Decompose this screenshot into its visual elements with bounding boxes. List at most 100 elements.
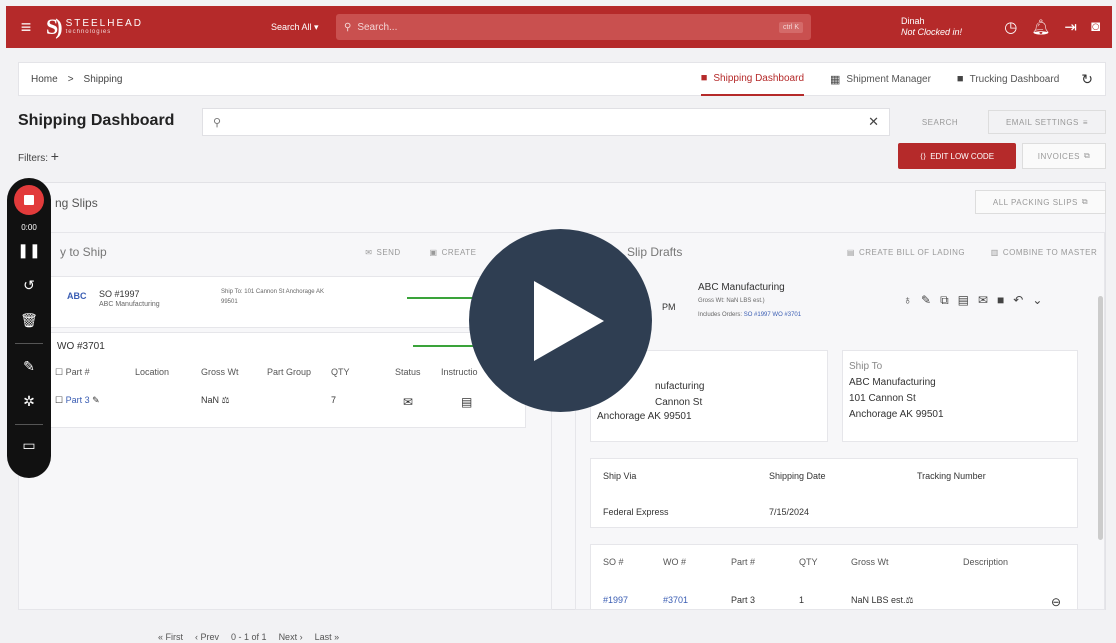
search-scope-select[interactable]: Search All ▾ — [271, 22, 336, 33]
logo[interactable]: S) STEELHEAD technologies — [46, 14, 271, 40]
search-shortcut: ctrl K — [779, 21, 803, 33]
recording-time: 0:00 — [21, 223, 37, 232]
shipping-date-value[interactable]: 7/15/2024 — [769, 507, 809, 517]
col-so: SO # — [603, 557, 624, 567]
breadcrumb: Home > Shipping — [31, 74, 122, 85]
stop-icon — [24, 195, 34, 205]
mail-icon[interactable]: ✉ — [978, 293, 988, 308]
work-order-number: WO #3701 — [57, 341, 105, 352]
last-page-button[interactable]: Last » — [315, 632, 340, 642]
edit-icon[interactable]: ✎ — [921, 293, 931, 308]
col-qty: QTY — [799, 557, 818, 567]
document-icon[interactable]: ▤ — [461, 395, 472, 409]
global-search-input[interactable]: ⚲ Search... ctrl K — [336, 14, 811, 40]
ship-from-line1: nufacturing — [655, 381, 705, 392]
camera-icon[interactable]: ▭ — [22, 437, 35, 454]
play-button[interactable] — [469, 229, 652, 412]
pause-icon[interactable]: ❚❚ — [17, 242, 40, 259]
undo-icon[interactable]: ↶ — [1013, 293, 1023, 308]
menu-icon[interactable]: ≡ — [6, 17, 46, 38]
search-button[interactable]: SEARCH — [906, 110, 974, 134]
tab-label: Shipping Dashboard — [713, 72, 805, 84]
first-page-button[interactable]: « First — [158, 632, 183, 642]
drafts-title: Slip Drafts — [627, 245, 683, 259]
col-instructions: Instructio — [441, 367, 478, 377]
ship-from-line2: Cannon St — [655, 397, 703, 408]
search-placeholder: Search... — [357, 21, 398, 33]
tab-label: Trucking Dashboard — [969, 73, 1060, 85]
col-status: Status — [395, 367, 421, 377]
edit-low-code-button[interactable]: ⟨⟩ EDIT LOW CODE — [898, 143, 1016, 169]
col-group: Part Group — [267, 367, 312, 377]
play-icon — [533, 280, 604, 361]
scrollbar[interactable] — [1098, 296, 1103, 540]
send-button[interactable]: ✉ SEND — [356, 242, 410, 262]
all-packing-slips-label: ALL PACKING SLIPS — [992, 197, 1078, 207]
dashboard-search-input[interactable]: ⚲ ✕ — [202, 108, 890, 136]
order-card[interactable]: ABC SO #1997 ABC Manufacturing Ship To: … — [44, 276, 526, 328]
add-filter-icon[interactable]: + — [51, 148, 59, 164]
pencil-icon[interactable]: ✎ — [92, 395, 100, 405]
mail-icon: ✉ — [365, 247, 373, 257]
combine-icon: ▥ — [990, 247, 999, 257]
table-row[interactable]: ☐ Part 3 ✎ NaN ⚖ 7 ✉ ▤ — [55, 395, 525, 409]
next-page-button[interactable]: Next › — [279, 632, 303, 642]
external-link-icon: ⧉ — [1081, 197, 1089, 206]
restart-icon[interactable]: ↺ — [23, 277, 35, 294]
top-bar: ≡ S) STEELHEAD technologies Search All ▾ … — [6, 6, 1112, 48]
col-gross: Gross Wt — [851, 557, 889, 567]
export-icon[interactable]: ⧉ — [940, 293, 949, 308]
clock-icon[interactable]: ◷ — [1004, 18, 1017, 36]
logout-icon[interactable]: ⇥ — [1064, 18, 1077, 36]
logo-mark: S) — [46, 14, 62, 39]
pencil-icon[interactable]: ✎ — [23, 358, 35, 375]
remove-icon[interactable]: ⊖ — [1051, 595, 1061, 609]
packing-slips-title: ng Slips — [55, 196, 98, 210]
tab-trucking-dashboard[interactable]: ■ Trucking Dashboard — [957, 62, 1059, 96]
create-icon: ▣ — [429, 247, 438, 257]
invoices-button[interactable]: INVOICES ⧉ — [1022, 143, 1106, 169]
ship-to-line3: Anchorage AK 99501 — [849, 409, 944, 420]
draft-actions: ♁ ✎ ⧉ ▤ ✉ ■ ↶ ⌄ — [903, 293, 1042, 308]
clock-status: Not Clocked in! — [901, 27, 963, 37]
bell-icon[interactable]: 🔔︎ — [1031, 18, 1050, 36]
clear-icon[interactable]: ✕ — [868, 114, 879, 130]
create-bill-of-lading-button[interactable]: ▤ CREATE BILL OF LADING — [838, 242, 974, 262]
user-info[interactable]: Dinah Not Clocked in! — [901, 16, 962, 38]
header-part[interactable]: ☐ Part # — [55, 367, 135, 378]
divider — [15, 343, 43, 344]
truck-icon[interactable]: ■ — [997, 293, 1004, 308]
pagination: « First ‹ Prev 0 - 1 of 1 Next › Last » — [158, 632, 339, 642]
chevron-down-icon[interactable]: ⌄ — [1032, 293, 1042, 308]
stop-recording-button[interactable] — [14, 185, 44, 215]
breadcrumb-home[interactable]: Home — [31, 74, 58, 85]
col-qty: QTY — [331, 367, 350, 377]
trash-icon[interactable]: 🗑︎ — [20, 312, 38, 329]
tab-shipping-dashboard[interactable]: ■ Shipping Dashboard — [700, 62, 805, 96]
combine-to-master-button[interactable]: ▥ COMBINE TO MASTER — [982, 242, 1106, 262]
so-link[interactable]: SO #1997 — [744, 312, 771, 318]
tab-shipment-manager[interactable]: ▦ Shipment Manager — [830, 62, 931, 96]
draft-time: PM — [662, 302, 676, 312]
email-settings-button[interactable]: EMAIL SETTINGS ≡ — [988, 110, 1106, 134]
ship-via-value[interactable]: Federal Express — [603, 507, 669, 517]
wo-link[interactable]: WO #3701 — [772, 312, 801, 318]
award-icon[interactable]: ♁ — [903, 293, 912, 308]
file-icon[interactable]: ▤ — [958, 293, 969, 308]
camera-icon[interactable]: ◙ — [1091, 18, 1100, 36]
search-icon: ⚲ — [213, 116, 222, 129]
prev-page-button[interactable]: ‹ Prev — [195, 632, 219, 642]
effects-icon[interactable]: ✲ — [23, 393, 35, 410]
part-cell[interactable]: ☐ Part 3 ✎ — [55, 395, 201, 409]
create-button[interactable]: ▣ CREATE — [422, 242, 484, 262]
mail-icon[interactable]: ✉ — [403, 395, 461, 409]
filters[interactable]: Filters: + — [18, 148, 59, 164]
line-so-link[interactable]: #1997 — [603, 595, 663, 609]
page-title: Shipping Dashboard — [18, 112, 175, 129]
line-wo-link[interactable]: #3701 — [663, 595, 731, 609]
refresh-icon[interactable]: ↻ — [1081, 71, 1093, 88]
lines-header: SO # WO # Part # QTY Gross Wt Descriptio… — [603, 557, 1073, 567]
all-packing-slips-button[interactable]: ALL PACKING SLIPS ⧉ — [975, 190, 1106, 214]
part-link[interactable]: Part 3 — [66, 395, 90, 405]
ship-to-label: Ship To — [849, 361, 883, 372]
